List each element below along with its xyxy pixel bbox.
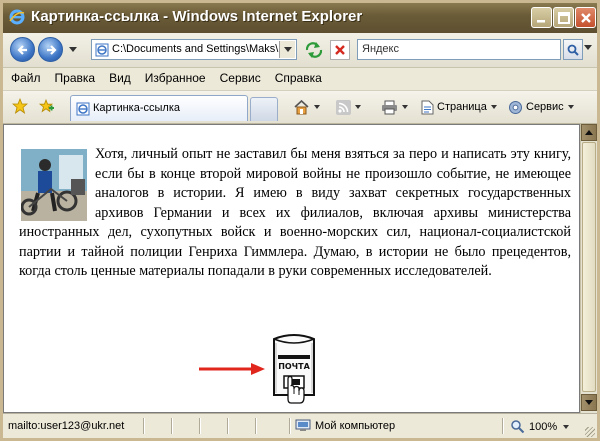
security-zone-label: Мой компьютер — [315, 419, 396, 432]
status-divider — [227, 418, 229, 434]
article-text: Хотя, личный опыт не заставил бы меня вз… — [19, 146, 571, 279]
mailbox-icon: ПОЧТА — [273, 334, 315, 404]
printer-icon — [382, 100, 397, 114]
search-button[interactable] — [563, 39, 583, 60]
page-menu-button[interactable]: Страница — [421, 98, 497, 116]
rss-feed-icon — [336, 99, 351, 115]
mailbox-email-link[interactable]: ПОЧТА — [266, 333, 322, 409]
title-bar[interactable]: Картинка-ссылка - Windows Internet Explo… — [3, 3, 597, 33]
menu-tools[interactable]: Сервис — [212, 68, 267, 90]
status-divider — [289, 418, 291, 434]
address-dropdown-button[interactable] — [279, 41, 295, 58]
tab-page-icon — [76, 102, 90, 116]
zoom-magnifier-icon — [511, 420, 525, 434]
my-computer-icon — [295, 419, 311, 431]
history-dropdown-button[interactable] — [69, 47, 77, 52]
browser-window: Картинка-ссылка - Windows Internet Explo… — [0, 0, 600, 441]
vertical-scrollbar[interactable] — [580, 124, 597, 413]
scroll-thumb[interactable] — [582, 142, 596, 392]
refresh-button[interactable] — [303, 40, 325, 60]
page-icon — [95, 43, 109, 57]
back-arrow-icon — [16, 44, 27, 55]
maximize-icon — [557, 11, 570, 24]
menu-view[interactable]: Вид — [101, 68, 137, 90]
menu-help[interactable]: Справка — [267, 68, 328, 90]
favorites-star-icon[interactable] — [12, 98, 28, 114]
stop-button[interactable] — [330, 40, 350, 60]
menu-edit[interactable]: Правка — [47, 68, 102, 90]
close-button[interactable] — [575, 7, 596, 28]
address-value: C:\Documents and Settings\Maks\F — [112, 43, 280, 55]
scroll-down-button[interactable] — [581, 394, 597, 411]
article: Хотя, личный опыт не заставил бы меня вз… — [19, 145, 571, 282]
search-input[interactable]: Яндекс — [357, 39, 561, 60]
minimize-icon — [537, 20, 545, 23]
search-icon — [567, 44, 579, 56]
minimize-button[interactable] — [531, 7, 552, 28]
zoom-level: 100% — [529, 420, 558, 433]
ie-icon — [9, 9, 25, 25]
article-photo — [21, 149, 87, 221]
menu-favorites[interactable]: Избранное — [137, 68, 212, 90]
menu-file[interactable]: Файл — [3, 68, 47, 90]
chevron-down-icon — [283, 47, 292, 52]
new-tab-button[interactable] — [250, 97, 278, 121]
back-button[interactable] — [10, 37, 35, 62]
status-divider — [171, 418, 173, 434]
status-divider — [502, 418, 504, 434]
home-icon — [294, 99, 309, 115]
window-title: Картинка-ссылка - Windows Internet Explo… — [31, 8, 363, 25]
tools-menu-button[interactable]: Сервис — [508, 98, 574, 116]
scroll-up-button[interactable] — [581, 124, 597, 141]
status-divider — [143, 418, 145, 434]
print-button[interactable] — [381, 98, 408, 116]
tab-label: Картинка-ссылка — [93, 102, 180, 114]
tab-active[interactable]: Картинка-ссылка — [70, 95, 248, 121]
forward-button[interactable] — [38, 37, 63, 62]
add-favorites-icon[interactable] — [38, 98, 54, 114]
arrow-up-icon — [585, 130, 593, 135]
feeds-button[interactable] — [336, 98, 361, 116]
forward-arrow-icon — [46, 44, 57, 55]
close-icon — [580, 12, 591, 23]
search-options-dropdown[interactable] — [584, 45, 592, 50]
mailbox-label: ПОЧТА — [278, 362, 310, 371]
status-divider — [255, 418, 257, 434]
arrow-down-icon — [585, 400, 593, 405]
tab-toolbar: Картинка-ссылка Страница Сервис — [3, 91, 597, 124]
page-menu-label: Страница — [437, 101, 487, 113]
status-bar: mailto:user123@ukr.net Мой компьютер 100… — [3, 413, 597, 438]
tools-menu-label: Сервис — [526, 101, 564, 113]
page-content: Хотя, личный опыт не заставил бы меня вз… — [3, 124, 580, 413]
red-arrow — [199, 363, 265, 375]
address-field[interactable]: C:\Documents and Settings\Maks\F — [91, 39, 297, 60]
gear-icon — [509, 100, 522, 114]
resize-grip[interactable] — [585, 427, 595, 437]
status-divider — [199, 418, 201, 434]
security-zone[interactable]: Мой компьютер — [295, 419, 395, 432]
address-toolbar: C:\Documents and Settings\Maks\F Яндекс — [3, 33, 597, 68]
page-icon — [421, 100, 434, 114]
zoom-control[interactable]: 100% — [510, 419, 570, 434]
menu-bar: Файл Правка Вид Избранное Сервис Справка — [3, 68, 597, 91]
maximize-button[interactable] — [553, 7, 574, 28]
stop-icon — [335, 45, 345, 55]
home-button[interactable] — [293, 98, 320, 116]
status-link-url: mailto:user123@ukr.net — [8, 420, 125, 432]
